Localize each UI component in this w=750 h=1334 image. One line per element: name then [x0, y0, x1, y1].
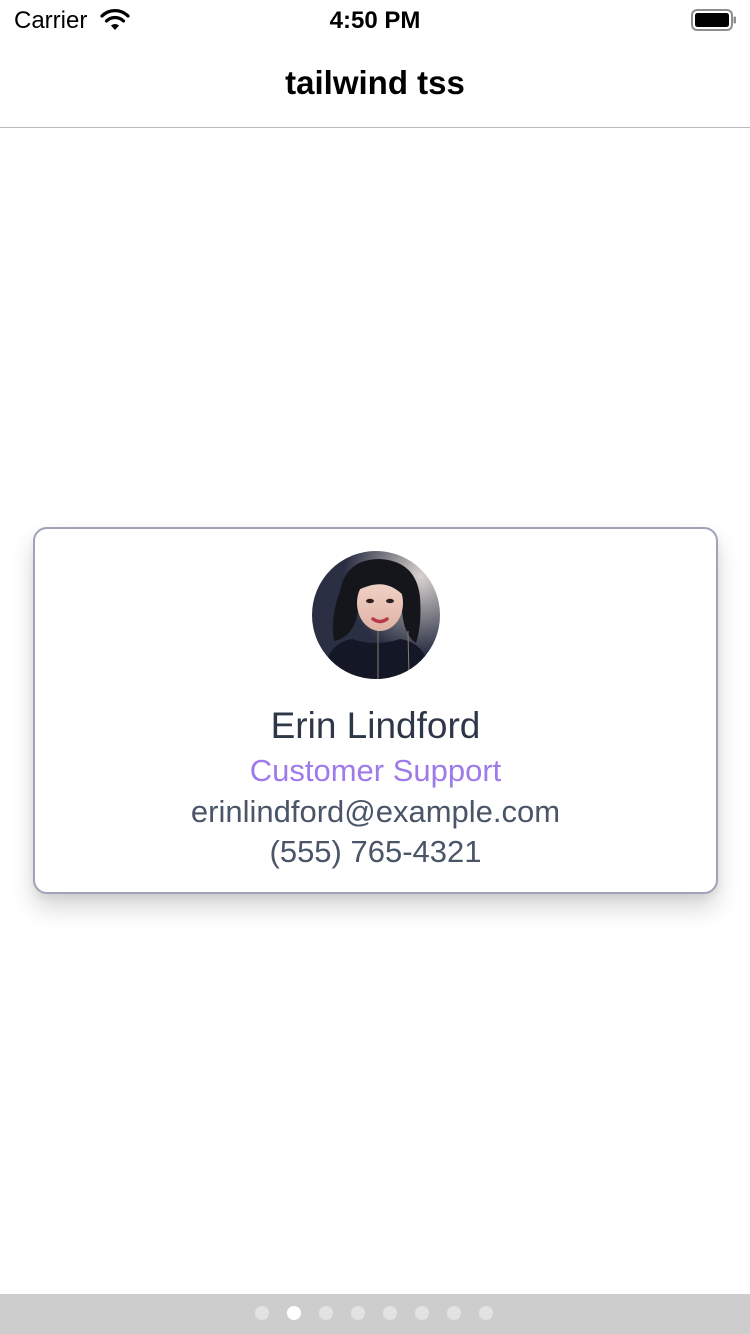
page-dots[interactable] — [255, 1306, 493, 1322]
page-dot[interactable] — [351, 1306, 365, 1320]
page-dot[interactable] — [415, 1306, 429, 1320]
page-dot[interactable] — [447, 1306, 461, 1320]
page-dot[interactable] — [383, 1306, 397, 1320]
page-dot[interactable] — [479, 1306, 493, 1320]
avatar — [312, 551, 440, 679]
profile-email: erinlindford@example.com — [190, 794, 561, 829]
page-dot[interactable] — [255, 1306, 269, 1320]
page-dot[interactable] — [319, 1306, 333, 1320]
profile-phone: (555) 765-4321 — [269, 834, 482, 869]
profile-card: Erin Lindford Customer Support erinlindf… — [33, 527, 718, 894]
status-time: 4:50 PM — [329, 7, 421, 34]
battery-icon — [691, 9, 736, 31]
page-dot[interactable] — [287, 1306, 301, 1320]
status-bar: Carrier 4:50 PM — [0, 0, 750, 40]
page-control[interactable] — [0, 1294, 750, 1334]
avatar-photo — [312, 551, 440, 679]
page-title: tailwind tss — [285, 64, 465, 101]
profile-role: Customer Support — [249, 753, 502, 788]
profile-name: Erin Lindford — [270, 705, 481, 746]
navigation-bar: tailwind tss — [0, 40, 750, 128]
